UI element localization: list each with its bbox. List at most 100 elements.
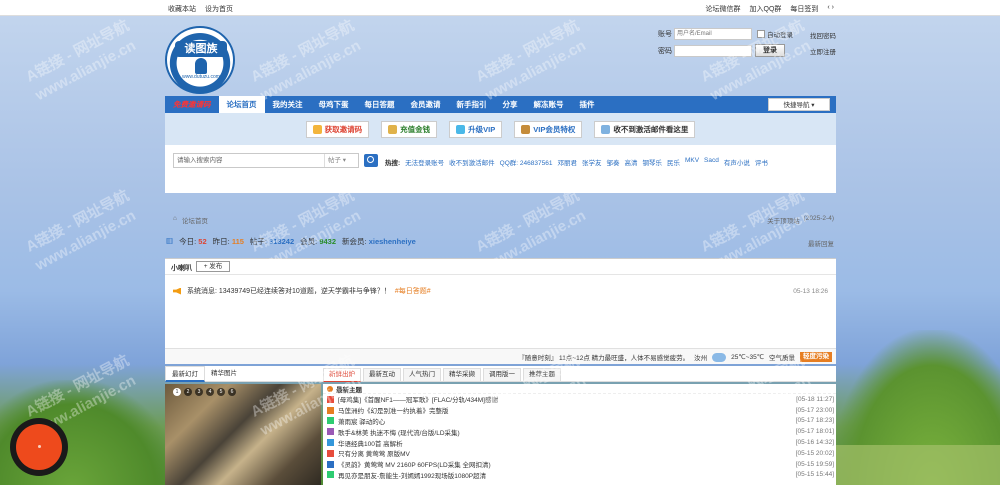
tab-fresh[interactable]: 新鲜出炉 bbox=[323, 368, 361, 382]
newest-member[interactable]: xieshenheiye bbox=[369, 237, 416, 246]
new-topic-icon bbox=[327, 385, 333, 392]
nav-member-invite[interactable]: 会员邀请 bbox=[403, 96, 449, 113]
shout-post-button[interactable]: + 发布 bbox=[196, 261, 230, 272]
members-count: 9432 bbox=[319, 237, 337, 246]
set-homepage-link[interactable]: 设为首页 bbox=[205, 4, 233, 14]
hot-search-item[interactable]: 收不到激活邮件 bbox=[449, 157, 495, 167]
activation-mail-help-button[interactable]: 收不到激活邮件看这里 bbox=[594, 120, 696, 138]
notice-row[interactable]: 系统消息: 13439749已经连续答对10道题，逆天学霸非与争锋？！ #每日答… bbox=[173, 286, 828, 296]
get-invite-button[interactable]: 获取邀请码 bbox=[305, 120, 370, 138]
tab-popular[interactable]: 人气热门 bbox=[403, 368, 441, 382]
hot-search-item[interactable]: 钢琴乐 bbox=[642, 157, 662, 167]
about-link[interactable]: 关于顶顶站 bbox=[767, 215, 800, 225]
vip-privilege-button[interactable]: VIP会员特权 bbox=[514, 120, 583, 138]
hot-search-item[interactable]: Sacd bbox=[704, 157, 719, 167]
watermark: A链接 - 网址导航 bbox=[23, 17, 132, 86]
slider-dot[interactable]: 3 bbox=[195, 388, 203, 396]
checkbox-icon bbox=[757, 30, 765, 38]
list-item[interactable]: 只有分离 黄莺莺 原版MV [05-15 20:02] bbox=[323, 448, 836, 459]
search-icon[interactable] bbox=[364, 154, 378, 167]
auto-login-checkbox[interactable]: 自动登录 bbox=[757, 29, 793, 39]
rank-icon bbox=[327, 428, 334, 436]
search-type-select[interactable]: 帖子 ▾ bbox=[324, 154, 358, 167]
list-item[interactable]: 再见亦是朋友-詹能生-刘嫣嫣1992现场版1080P超清 [05-15 15:44… bbox=[323, 470, 836, 481]
slider-dot[interactable]: 1 bbox=[173, 388, 181, 396]
slider-dot[interactable]: 5 bbox=[217, 388, 225, 396]
weather-bar: 『随意时刻』 11点~12点 精力最旺盛，人体不易感觉疲劳。 汝州 25℃~35… bbox=[165, 348, 836, 364]
hot-search-item[interactable]: 邓丽君 bbox=[557, 157, 577, 167]
wechat-group-link[interactable]: 论坛微信群 bbox=[706, 4, 741, 14]
search-input[interactable]: 请输入搜索内容 bbox=[174, 154, 324, 167]
nav-daily-quiz[interactable]: 每日答题 bbox=[357, 96, 403, 113]
slider-dot[interactable]: 2 bbox=[184, 388, 192, 396]
notice-tag[interactable]: #每日答题# bbox=[395, 286, 431, 296]
qq-group-link[interactable]: 加入QQ群 bbox=[750, 4, 782, 14]
cloud-icon bbox=[712, 352, 727, 362]
quick-nav-dropdown[interactable]: 快捷导航 ▾ bbox=[768, 98, 830, 111]
hot-search-item[interactable]: 邹奏 bbox=[606, 157, 619, 167]
list-item[interactable]: 《灵韵》黄莺莺 MV 2160P 60FPS(LD采集 全网扣清) [05-15 … bbox=[323, 459, 836, 470]
tab-latest-slides[interactable]: 最新幻灯 bbox=[165, 366, 205, 382]
tab-call-one[interactable]: 调用版一 bbox=[483, 368, 521, 382]
book-icon bbox=[521, 124, 531, 134]
nav-share[interactable]: 分享 bbox=[495, 96, 526, 113]
tab-featured-images[interactable]: 精华图片 bbox=[205, 366, 243, 382]
breadcrumb-home[interactable]: 论坛首页 bbox=[182, 215, 208, 225]
bookmark-site-link[interactable]: 收藏本站 bbox=[168, 4, 196, 14]
home-icon[interactable]: ⌂ bbox=[173, 215, 177, 225]
tab-essence[interactable]: 精华采撷 bbox=[443, 368, 481, 382]
nav-free-invite[interactable]: 免费邀请码 bbox=[165, 96, 219, 113]
members-label: 会员: bbox=[300, 237, 318, 246]
breadcrumb: ⌂ 论坛首页 关于顶顶站 (2025-2-4) bbox=[165, 212, 836, 226]
money-bag-icon bbox=[388, 124, 398, 134]
upgrade-vip-button[interactable]: 升级VIP bbox=[449, 120, 503, 138]
weather-city: 汝州 bbox=[694, 355, 708, 362]
nav-forum-home[interactable]: 论坛首页 bbox=[218, 96, 265, 113]
floating-action-button[interactable] bbox=[10, 418, 68, 476]
shout-title: 小喇叭 bbox=[171, 265, 192, 272]
nav-newbie-guide[interactable]: 新手指引 bbox=[449, 96, 495, 113]
nav-my-follow[interactable]: 我的关注 bbox=[265, 96, 311, 113]
password-input[interactable] bbox=[674, 44, 752, 57]
recharge-button[interactable]: 充值金钱 bbox=[381, 120, 438, 138]
latest-reply-link[interactable]: 最新回复 bbox=[808, 238, 834, 248]
main-nav: 免费邀请码 论坛首页 我的关注 母鸡下蛋 每日答题 会员邀请 新手指引 分享 解… bbox=[165, 96, 836, 113]
tab-latest-interaction[interactable]: 最新互动 bbox=[363, 368, 401, 382]
width-toggle-icon[interactable]: ‹ › bbox=[827, 4, 834, 14]
nav-hen-eggs[interactable]: 母鸡下蛋 bbox=[311, 96, 357, 113]
hot-search-item[interactable]: 高清 bbox=[624, 157, 637, 167]
list-item[interactable]: [母鸡集]《首醒NF1——冠军歌》[FLAC/分轨/434M]感谢 [05-18 … bbox=[323, 394, 836, 405]
slider-dot[interactable]: 4 bbox=[206, 388, 214, 396]
daily-signin-link[interactable]: 每日签到 bbox=[790, 4, 818, 14]
slider-dot[interactable]: 6 bbox=[228, 388, 236, 396]
account-input[interactable] bbox=[674, 28, 752, 40]
hot-search-item[interactable]: 评书 bbox=[755, 157, 768, 167]
hot-search-item[interactable]: QQ群: 246837561 bbox=[500, 157, 553, 167]
tab-recommended[interactable]: 推荐主题 bbox=[523, 368, 561, 382]
breadcrumb-date: (2025-2-4) bbox=[803, 215, 834, 222]
nav-plugins[interactable]: 插件 bbox=[572, 96, 603, 113]
hot-search-item[interactable]: 民乐 bbox=[667, 157, 680, 167]
notice-area: 系统消息: 13439749已经连续答对10道题，逆天学霸非与争锋？！ #每日答… bbox=[165, 274, 836, 354]
login-button[interactable]: 登录 bbox=[755, 44, 785, 57]
list-item[interactable]: 马莲洲约《幻是别准一约执着》完整版 [05-17 23:00] bbox=[323, 405, 836, 416]
rank-icon bbox=[327, 471, 334, 479]
hot-search-item[interactable]: MKV bbox=[685, 157, 699, 167]
today-label: 今日: bbox=[179, 237, 197, 246]
image-slider[interactable]: 1 2 3 4 5 6 bbox=[165, 384, 321, 485]
login-form: 账号 自动登录 找回密码 密码 登录 立即注册 bbox=[656, 28, 836, 74]
list-item[interactable]: 华语经典100首 高解析 [05-16 14:32] bbox=[323, 437, 836, 448]
forum-stats: ▥ 今日: 52 昨日: 115 帖子: 313242 会员: 9432 新会员… bbox=[165, 234, 836, 248]
air-quality-badge: 轻度污染 bbox=[800, 352, 832, 362]
nav-unfreeze[interactable]: 解冻账号 bbox=[526, 96, 572, 113]
forgot-password-link[interactable]: 找回密码 bbox=[810, 30, 836, 40]
hot-search-item[interactable]: 张学友 bbox=[582, 157, 602, 167]
gift-icon bbox=[312, 124, 322, 134]
hot-search-item[interactable]: 无法登录账号 bbox=[405, 157, 444, 167]
yesterday-label: 昨日: bbox=[212, 237, 230, 246]
list-item[interactable]: 歌手&林美 执迷不悔 (现代流/台版/LD采集) [05-17 18:01] bbox=[323, 426, 836, 437]
list-item[interactable]: 萧雨宸 驿动的心 [05-17 18:23] bbox=[323, 416, 836, 427]
register-link[interactable]: 立即注册 bbox=[810, 46, 836, 56]
hot-search-item[interactable]: 有声小说 bbox=[724, 157, 750, 167]
site-logo[interactable]: 读图族 www.dutuzu.com bbox=[165, 26, 235, 94]
